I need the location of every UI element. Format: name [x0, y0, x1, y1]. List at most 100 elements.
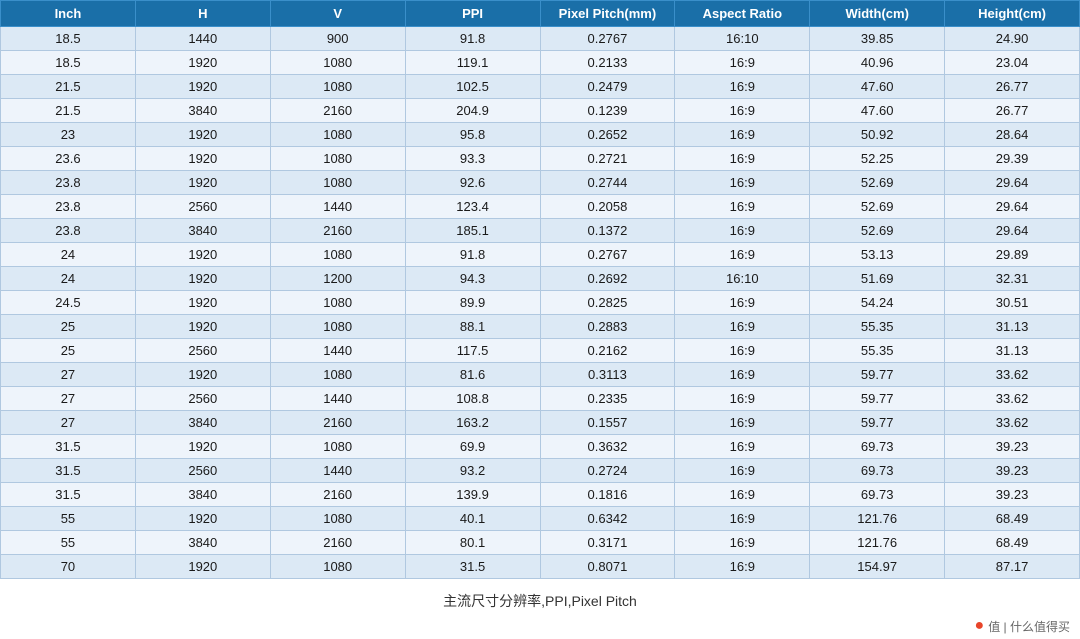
table-container: InchHVPPIPixel Pitch(mm)Aspect RatioWidt…: [0, 0, 1080, 579]
table-cell: 29.64: [945, 171, 1080, 195]
table-cell: 32.31: [945, 267, 1080, 291]
column-header: Aspect Ratio: [675, 1, 810, 27]
table-cell: 91.8: [405, 243, 540, 267]
table-cell: 23.8: [1, 219, 136, 243]
table-cell: 39.23: [945, 435, 1080, 459]
table-cell: 121.76: [810, 531, 945, 555]
table-cell: 1920: [135, 123, 270, 147]
table-cell: 21.5: [1, 75, 136, 99]
table-cell: 1080: [270, 171, 405, 195]
table-row: 271920108081.60.311316:959.7733.62: [1, 363, 1080, 387]
table-cell: 1080: [270, 51, 405, 75]
table-row: 23.61920108093.30.272116:952.2529.39: [1, 147, 1080, 171]
table-cell: 1200: [270, 267, 405, 291]
table-cell: 119.1: [405, 51, 540, 75]
table-cell: 31.5: [1, 483, 136, 507]
column-header: Inch: [1, 1, 136, 27]
table-cell: 1920: [135, 507, 270, 531]
table-cell: 121.76: [810, 507, 945, 531]
table-cell: 3840: [135, 483, 270, 507]
table-cell: 39.23: [945, 459, 1080, 483]
table-cell: 16:9: [675, 483, 810, 507]
table-cell: 52.69: [810, 171, 945, 195]
table-row: 241920108091.80.276716:953.1329.89: [1, 243, 1080, 267]
table-cell: 93.3: [405, 147, 540, 171]
table-cell: 31.5: [1, 459, 136, 483]
table-cell: 24.90: [945, 27, 1080, 51]
table-cell: 0.2825: [540, 291, 675, 315]
table-cell: 40.96: [810, 51, 945, 75]
footer-bar: ● 值 | 什么值得买: [0, 615, 1080, 639]
table-cell: 40.1: [405, 507, 540, 531]
table-row: 23.838402160185.10.137216:952.6929.64: [1, 219, 1080, 243]
table-row: 18.5144090091.80.276716:1039.8524.90: [1, 27, 1080, 51]
table-cell: 24.5: [1, 291, 136, 315]
table-cell: 1080: [270, 363, 405, 387]
table-row: 31.51920108069.90.363216:969.7339.23: [1, 435, 1080, 459]
table-cell: 2160: [270, 411, 405, 435]
table-cell: 16:9: [675, 435, 810, 459]
table-cell: 1440: [270, 195, 405, 219]
table-cell: 0.2479: [540, 75, 675, 99]
table-cell: 16:9: [675, 243, 810, 267]
table-cell: 16:9: [675, 147, 810, 171]
table-cell: 1080: [270, 123, 405, 147]
table-row: 21.538402160204.90.123916:947.6026.77: [1, 99, 1080, 123]
table-cell: 29.64: [945, 195, 1080, 219]
table-cell: 16:10: [675, 267, 810, 291]
table-cell: 54.24: [810, 291, 945, 315]
table-cell: 59.77: [810, 387, 945, 411]
table-cell: 21.5: [1, 99, 136, 123]
table-cell: 27: [1, 387, 136, 411]
table-cell: 23.8: [1, 171, 136, 195]
table-row: 2725601440108.80.233516:959.7733.62: [1, 387, 1080, 411]
table-row: 241920120094.30.269216:1051.6932.31: [1, 267, 1080, 291]
table-cell: 0.2058: [540, 195, 675, 219]
table-cell: 16:9: [675, 75, 810, 99]
table-cell: 0.2724: [540, 459, 675, 483]
table-cell: 1080: [270, 147, 405, 171]
table-cell: 1920: [135, 147, 270, 171]
table-cell: 59.77: [810, 411, 945, 435]
table-cell: 33.62: [945, 387, 1080, 411]
table-cell: 3840: [135, 411, 270, 435]
table-cell: 2160: [270, 483, 405, 507]
table-cell: 23.8: [1, 195, 136, 219]
table-cell: 27: [1, 363, 136, 387]
logo-text: 值 | 什么值得买: [988, 618, 1070, 635]
table-cell: 16:9: [675, 531, 810, 555]
table-cell: 2560: [135, 387, 270, 411]
table-row: 21.519201080102.50.247916:947.6026.77: [1, 75, 1080, 99]
table-cell: 52.69: [810, 195, 945, 219]
table-row: 551920108040.10.634216:9121.7668.49: [1, 507, 1080, 531]
table-cell: 70: [1, 555, 136, 579]
table-cell: 29.39: [945, 147, 1080, 171]
column-header: Height(cm): [945, 1, 1080, 27]
table-cell: 1920: [135, 51, 270, 75]
table-cell: 55: [1, 531, 136, 555]
table-cell: 16:9: [675, 411, 810, 435]
table-cell: 3840: [135, 219, 270, 243]
table-row: 251920108088.10.288316:955.3531.13: [1, 315, 1080, 339]
table-row: 24.51920108089.90.282516:954.2430.51: [1, 291, 1080, 315]
table-cell: 185.1: [405, 219, 540, 243]
column-header: H: [135, 1, 270, 27]
table-cell: 47.60: [810, 99, 945, 123]
table-cell: 1440: [270, 387, 405, 411]
table-cell: 91.8: [405, 27, 540, 51]
table-cell: 30.51: [945, 291, 1080, 315]
table-cell: 69.73: [810, 483, 945, 507]
table-cell: 24: [1, 243, 136, 267]
table-cell: 33.62: [945, 411, 1080, 435]
table-cell: 0.3632: [540, 435, 675, 459]
table-row: 231920108095.80.265216:950.9228.64: [1, 123, 1080, 147]
table-cell: 25: [1, 315, 136, 339]
table-row: 31.52560144093.20.272416:969.7339.23: [1, 459, 1080, 483]
table-cell: 123.4: [405, 195, 540, 219]
table-cell: 95.8: [405, 123, 540, 147]
table-cell: 87.17: [945, 555, 1080, 579]
table-cell: 92.6: [405, 171, 540, 195]
table-cell: 23.6: [1, 147, 136, 171]
table-cell: 0.2133: [540, 51, 675, 75]
table-cell: 51.69: [810, 267, 945, 291]
